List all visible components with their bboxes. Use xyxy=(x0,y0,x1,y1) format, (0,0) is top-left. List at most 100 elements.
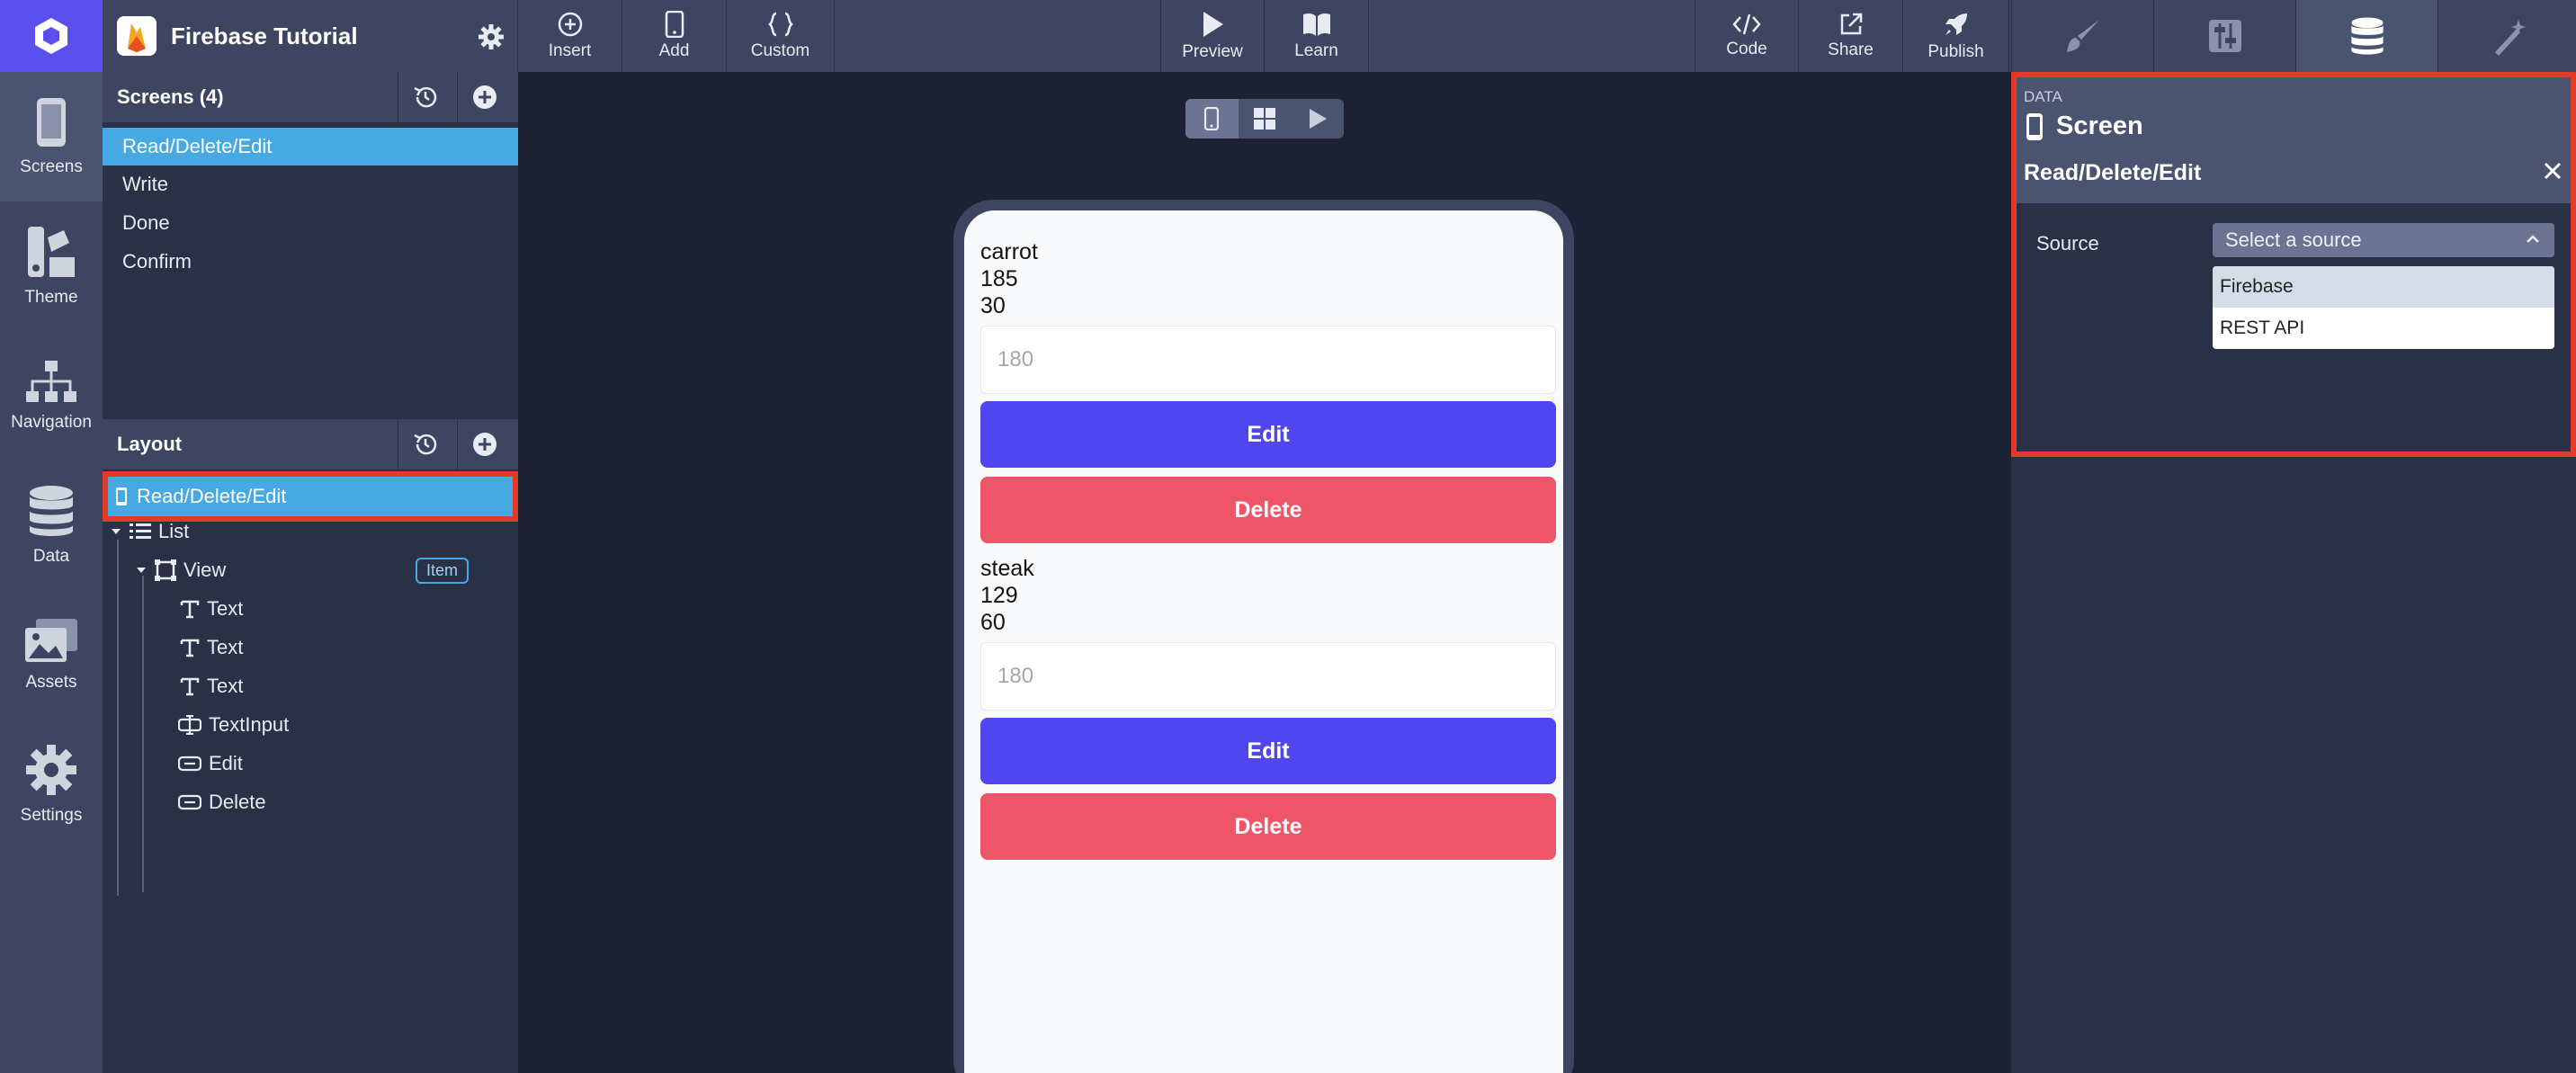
add-screen-button[interactable] xyxy=(457,72,511,122)
data-title-text: Screen xyxy=(2056,112,2143,140)
history-icon xyxy=(413,434,436,455)
layer-textinput[interactable]: TextInput xyxy=(178,706,289,744)
rail-item-data[interactable]: Data xyxy=(0,460,103,590)
rail-label: Screens xyxy=(20,157,83,176)
text-input-icon xyxy=(178,715,201,735)
tree-guide xyxy=(142,576,144,892)
source-label: Source xyxy=(2036,232,2099,255)
view-mobile-button[interactable] xyxy=(1185,99,1239,139)
item-value-text[interactable]: 30 xyxy=(980,293,1006,319)
item-value-text[interactable]: 60 xyxy=(980,610,1006,636)
screen-item-confirm[interactable]: Confirm xyxy=(103,243,518,281)
screen-item-done[interactable]: Done xyxy=(103,204,518,242)
data-config-box: DATA Screen Read/Delete/Edit Source Sele… xyxy=(2011,72,2576,457)
insert-button[interactable]: Insert xyxy=(518,0,622,72)
plus-circle-icon xyxy=(558,12,582,37)
screens-panel-title: Screens (4) xyxy=(117,85,224,108)
phone-frame: carrot 185 30 180 Edit Delete steak 129 … xyxy=(953,200,1574,1073)
layer-label: List xyxy=(158,520,190,542)
rail-item-theme[interactable]: Theme xyxy=(0,201,103,331)
project-header: Firebase Tutorial xyxy=(103,0,518,72)
rail-item-navigation[interactable]: Navigation xyxy=(0,331,103,460)
phone-icon xyxy=(2026,112,2043,140)
canvas: carrot 185 30 180 Edit Delete steak 129 … xyxy=(518,72,2011,1073)
tab-data[interactable] xyxy=(2295,0,2437,72)
item-text-input[interactable]: 180 xyxy=(980,326,1556,394)
layer-delete-button[interactable]: Delete xyxy=(178,783,266,821)
view-grid-button[interactable] xyxy=(1239,99,1292,139)
braces-icon xyxy=(767,12,793,37)
project-title: Firebase Tutorial xyxy=(171,22,358,49)
gear-icon xyxy=(26,745,76,795)
delete-button[interactable]: Delete xyxy=(980,477,1556,543)
external-link-icon xyxy=(1840,13,1862,35)
source-option-firebase[interactable]: Firebase xyxy=(2213,266,2554,308)
phone-icon xyxy=(37,98,66,147)
edit-button[interactable]: Edit xyxy=(980,718,1556,784)
edit-button[interactable]: Edit xyxy=(980,401,1556,468)
item-value-text[interactable]: 185 xyxy=(980,266,1018,292)
screens-history-button[interactable] xyxy=(398,72,452,122)
tab-magic[interactable] xyxy=(2437,0,2576,72)
screens-panel-header: Screens (4) xyxy=(103,72,518,122)
layer-label: Read/Delete/Edit xyxy=(137,485,287,507)
screen-item-write[interactable]: Write xyxy=(103,165,518,203)
layer-text[interactable]: Text xyxy=(180,667,243,705)
learn-button[interactable]: Learn xyxy=(1265,0,1369,72)
rail-label: Data xyxy=(32,547,70,566)
layer-edit-button[interactable]: Edit xyxy=(178,745,243,782)
palette-icon xyxy=(28,227,75,277)
source-dropdown-menu: Firebase REST API xyxy=(2213,266,2554,349)
custom-button[interactable]: Custom xyxy=(727,0,835,72)
layer-label: Delete xyxy=(209,791,266,813)
publish-button[interactable]: Publish xyxy=(1903,0,2009,72)
firebase-logo-icon xyxy=(117,16,157,56)
plus-circle-icon xyxy=(472,433,496,456)
app-logo[interactable] xyxy=(0,0,103,72)
database-icon xyxy=(30,486,73,536)
rail-item-screens[interactable]: Screens xyxy=(0,72,103,201)
caret-down-icon xyxy=(112,529,121,534)
tab-design[interactable] xyxy=(2011,0,2153,72)
view-play-button[interactable] xyxy=(1291,99,1344,139)
images-icon xyxy=(25,619,77,662)
code-icon xyxy=(1732,13,1761,35)
layer-list[interactable]: List xyxy=(110,513,189,550)
item-name-text[interactable]: carrot xyxy=(980,239,1038,265)
source-select-value: Select a source xyxy=(2225,228,2362,251)
add-button[interactable]: Add xyxy=(622,0,727,72)
screen-item-read-delete-edit[interactable]: Read/Delete/Edit xyxy=(103,128,518,165)
item-value-text[interactable]: 129 xyxy=(980,583,1018,609)
close-icon xyxy=(2544,162,2562,180)
publish-label: Publish xyxy=(1928,42,1984,61)
source-option-rest-api[interactable]: REST API xyxy=(2213,308,2554,349)
layer-text[interactable]: Text xyxy=(180,590,243,628)
source-select[interactable]: Select a source xyxy=(2213,223,2554,257)
rail-item-settings[interactable]: Settings xyxy=(0,720,103,849)
rail-label: Assets xyxy=(25,673,77,692)
layer-label: Text xyxy=(207,636,244,658)
layer-view[interactable]: View xyxy=(135,551,226,589)
share-button[interactable]: Share xyxy=(1799,0,1903,72)
project-settings-button[interactable] xyxy=(478,23,505,55)
item-text-input[interactable]: 180 xyxy=(980,642,1556,711)
gear-icon xyxy=(479,24,504,49)
learn-label: Learn xyxy=(1294,41,1338,60)
magic-wand-icon xyxy=(2494,20,2526,56)
layout-history-button[interactable] xyxy=(398,419,452,469)
tab-properties[interactable] xyxy=(2153,0,2295,72)
history-icon xyxy=(413,86,436,108)
layer-label: Text xyxy=(207,597,244,620)
preview-label: Preview xyxy=(1182,42,1243,61)
rail-item-assets[interactable]: Assets xyxy=(0,590,103,720)
delete-button[interactable]: Delete xyxy=(980,793,1556,860)
code-button[interactable]: Code xyxy=(1695,0,1799,72)
add-component-button[interactable] xyxy=(457,419,511,469)
mobile-icon xyxy=(1204,107,1220,130)
item-name-text[interactable]: steak xyxy=(980,556,1034,582)
preview-button[interactable]: Preview xyxy=(1160,0,1265,72)
close-button[interactable] xyxy=(2542,160,2563,186)
data-panel-title: Screen xyxy=(2026,112,2143,141)
layer-text[interactable]: Text xyxy=(180,629,243,666)
data-tag: DATA xyxy=(2024,88,2062,105)
